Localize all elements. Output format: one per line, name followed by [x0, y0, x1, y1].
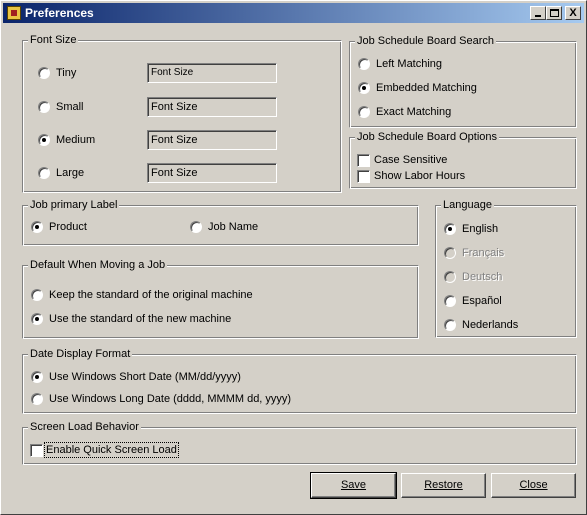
- date-format-group-title: Date Display Format: [28, 348, 133, 360]
- restore-button[interactable]: Restore: [401, 473, 486, 498]
- radio-icon: [38, 134, 50, 146]
- case-sensitive-checkbox[interactable]: Case Sensitive: [357, 153, 507, 169]
- radio-icon: [31, 371, 43, 383]
- radio-icon: [444, 223, 456, 235]
- board-search-group: Job Schedule Board Search Left Matching …: [349, 35, 577, 128]
- radio-icon: [38, 167, 50, 179]
- font-size-large-label: Large: [56, 167, 85, 179]
- product-radio[interactable]: Product: [31, 220, 121, 236]
- save-button[interactable]: Save: [310, 472, 397, 499]
- long-date-label: Use Windows Long Date (dddd, MMMM dd, yy…: [49, 393, 292, 405]
- radio-icon: [190, 221, 202, 233]
- window-title: Preferences: [25, 6, 94, 20]
- language-english-radio[interactable]: English: [444, 222, 554, 238]
- long-date-radio[interactable]: Use Windows Long Date (dddd, MMMM dd, yy…: [31, 392, 391, 408]
- language-espanol-label: Español: [462, 295, 502, 307]
- embedded-matching-label: Embedded Matching: [376, 82, 477, 94]
- radio-icon: [358, 106, 370, 118]
- restore-button-label: Restore: [424, 479, 463, 491]
- radio-icon: [38, 67, 50, 79]
- screen-load-group: Screen Load Behavior Enable Quick Screen…: [22, 421, 577, 465]
- left-matching-label: Left Matching: [376, 58, 443, 70]
- exact-matching-radio[interactable]: Exact Matching: [358, 105, 508, 121]
- screen-load-group-title: Screen Load Behavior: [28, 421, 141, 433]
- language-francais-radio: Français: [444, 246, 554, 262]
- language-deutsch-radio: Deutsch: [444, 270, 554, 286]
- title-bar[interactable]: Preferences X: [3, 3, 584, 23]
- language-deutsch-label: Deutsch: [462, 271, 503, 283]
- radio-icon: [444, 319, 456, 331]
- left-matching-radio[interactable]: Left Matching: [358, 57, 508, 73]
- language-nederlands-label: Nederlands: [462, 319, 519, 331]
- font-size-medium-radio[interactable]: Medium: [38, 133, 128, 149]
- close-icon: X: [569, 7, 577, 19]
- radio-icon: [31, 221, 43, 233]
- quick-screen-load-checkbox[interactable]: Enable Quick Screen Load: [30, 442, 230, 459]
- font-size-tiny-sample: Font Size: [147, 63, 277, 83]
- checkbox-icon: [357, 154, 370, 167]
- date-format-group: Date Display Format Use Windows Short Da…: [22, 348, 577, 414]
- close-window-button[interactable]: X: [565, 6, 581, 20]
- font-size-tiny-radio[interactable]: Tiny: [38, 66, 128, 82]
- preferences-window: Preferences X Font Size Tiny Font Size S…: [0, 0, 587, 515]
- language-francais-label: Français: [462, 247, 505, 259]
- product-label: Product: [49, 221, 87, 233]
- board-options-group: Job Schedule Board Options Case Sensitiv…: [349, 131, 577, 189]
- embedded-matching-radio[interactable]: Embedded Matching: [358, 81, 508, 97]
- minimize-button[interactable]: [530, 6, 546, 20]
- font-size-large-sample: Font Size: [147, 163, 277, 183]
- language-group: Language English Français Deutsch Españo…: [435, 199, 577, 338]
- keep-original-standard-label: Keep the standard of the original machin…: [49, 289, 253, 301]
- short-date-label: Use Windows Short Date (MM/dd/yyyy): [49, 371, 241, 383]
- font-size-tiny-label: Tiny: [56, 67, 77, 79]
- exact-matching-label: Exact Matching: [376, 106, 452, 118]
- moving-job-group: Default When Moving a Job Keep the stand…: [22, 259, 419, 339]
- font-size-group: Font Size Tiny Font Size Small Font Size…: [22, 34, 342, 193]
- radio-icon: [444, 271, 456, 283]
- checkbox-icon: [357, 170, 370, 183]
- app-icon: [7, 6, 21, 20]
- language-english-label: English: [462, 223, 499, 235]
- case-sensitive-label: Case Sensitive: [374, 154, 448, 166]
- checkbox-icon: [30, 444, 43, 457]
- moving-job-group-title: Default When Moving a Job: [28, 259, 168, 271]
- use-new-standard-radio[interactable]: Use the standard of the new machine: [31, 312, 331, 328]
- language-nederlands-radio[interactable]: Nederlands: [444, 318, 554, 334]
- close-button[interactable]: Close: [491, 473, 576, 498]
- radio-icon: [31, 393, 43, 405]
- job-label-group-title: Job primary Label: [28, 199, 120, 211]
- language-espanol-radio[interactable]: Español: [444, 294, 554, 310]
- maximize-icon: [550, 9, 559, 17]
- board-options-group-title: Job Schedule Board Options: [355, 131, 500, 143]
- board-search-group-title: Job Schedule Board Search: [355, 35, 496, 47]
- radio-icon: [38, 101, 50, 113]
- radio-icon: [31, 289, 43, 301]
- show-labor-hours-label: Show Labor Hours: [374, 170, 466, 182]
- font-size-large-radio[interactable]: Large: [38, 166, 128, 182]
- minimize-icon: [535, 15, 541, 17]
- job-name-radio[interactable]: Job Name: [190, 220, 280, 236]
- font-size-group-title: Font Size: [28, 34, 79, 46]
- radio-icon: [31, 313, 43, 325]
- radio-icon: [358, 58, 370, 70]
- font-size-small-radio[interactable]: Small: [38, 100, 128, 116]
- use-new-standard-label: Use the standard of the new machine: [49, 313, 232, 325]
- job-name-label: Job Name: [208, 221, 259, 233]
- font-size-medium-sample: Font Size: [147, 130, 277, 150]
- job-label-group: Job primary Label Product Job Name: [22, 199, 419, 246]
- close-button-label: Close: [519, 479, 548, 491]
- save-button-label: Save: [340, 479, 367, 491]
- show-labor-hours-checkbox[interactable]: Show Labor Hours: [357, 169, 507, 185]
- keep-original-standard-radio[interactable]: Keep the standard of the original machin…: [31, 288, 331, 304]
- radio-icon: [444, 247, 456, 259]
- font-size-small-label: Small: [56, 101, 84, 113]
- quick-screen-load-label: Enable Quick Screen Load: [44, 442, 179, 458]
- maximize-button[interactable]: [546, 6, 562, 20]
- short-date-radio[interactable]: Use Windows Short Date (MM/dd/yyyy): [31, 370, 331, 386]
- font-size-small-sample: Font Size: [147, 97, 277, 117]
- font-size-medium-label: Medium: [56, 134, 96, 146]
- radio-icon: [358, 82, 370, 94]
- language-group-title: Language: [441, 199, 494, 211]
- radio-icon: [444, 295, 456, 307]
